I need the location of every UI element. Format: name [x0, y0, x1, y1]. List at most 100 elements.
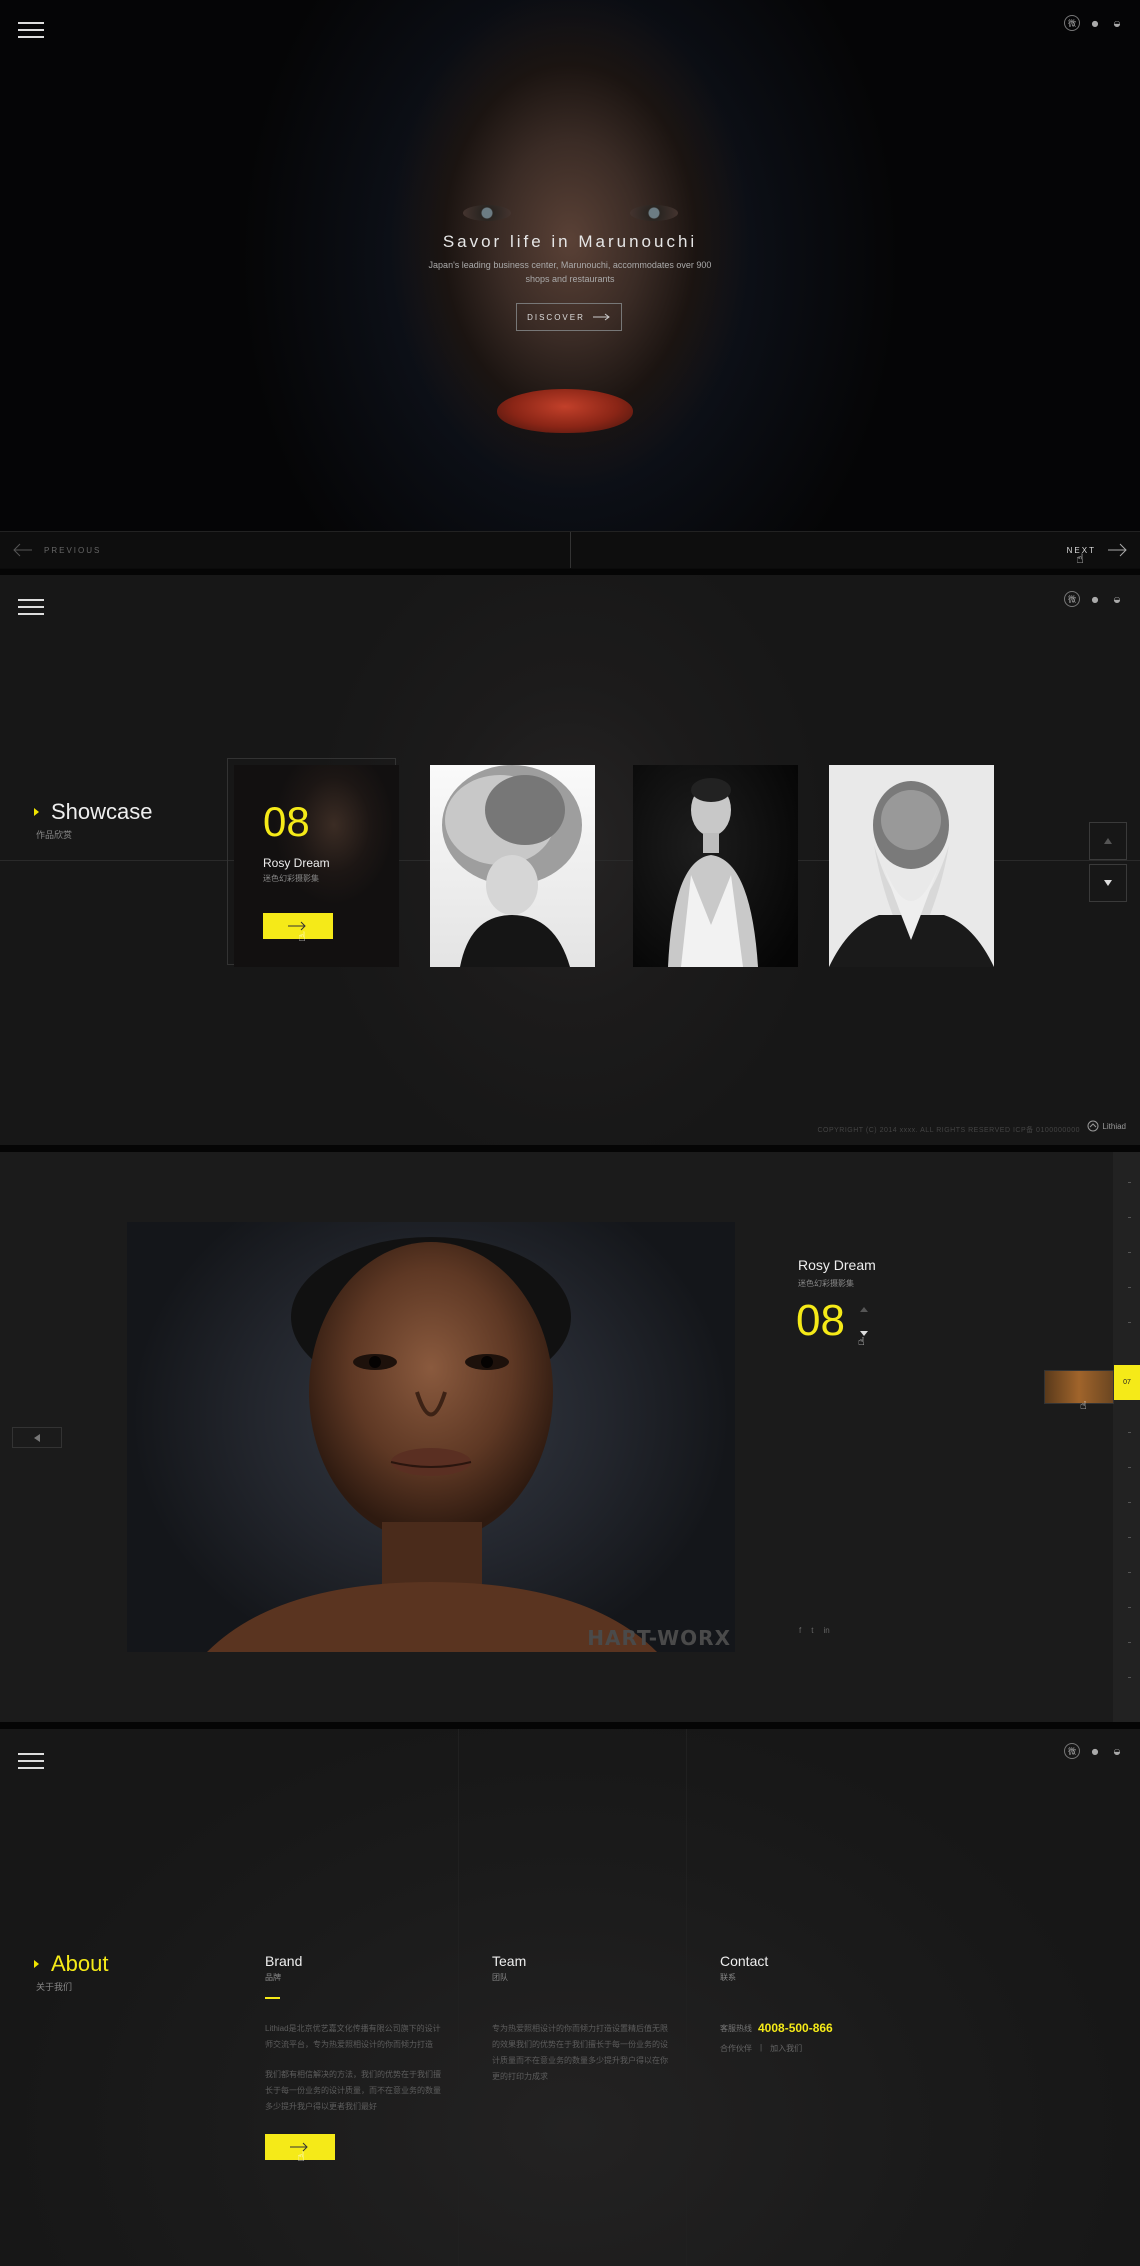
showcase-card[interactable] — [633, 765, 798, 967]
twitter-icon[interactable]: t — [811, 1626, 813, 1635]
triangle-marker-icon — [34, 1960, 39, 1968]
hand-cursor-icon: ☝ — [1076, 552, 1084, 567]
card-name: Rosy Dream — [263, 856, 330, 870]
showcase-card[interactable] — [829, 765, 994, 967]
link-separator: | — [760, 2043, 763, 2052]
wechat-icon[interactable]: ◒ — [1110, 592, 1124, 606]
arrow-right-icon — [1108, 543, 1127, 557]
previous-photo-button[interactable] — [12, 1427, 62, 1448]
detail-number: 08 — [796, 1296, 845, 1345]
wechat-icon[interactable]: ◒ — [1110, 1744, 1124, 1758]
logo-icon — [1087, 1120, 1099, 1132]
contact-column: Contact 联系 — [720, 1953, 768, 1983]
divider — [686, 1729, 687, 2266]
card-name-cn: 迷色幻彩摄影集 — [263, 874, 319, 883]
rail-tick — [1128, 1607, 1131, 1608]
about-section: 微 ● ◒ About 关于我们 Brand 品牌 Lithiad是北京优艺嘉文… — [0, 1729, 1140, 2266]
brand-paragraph: 我们都有相信解决的方法，我们的优势在于我们擅长于每一份业务的设计质量，而不在意业… — [265, 2070, 441, 2111]
scroll-up-button[interactable] — [1089, 822, 1127, 860]
scroll-down-button[interactable] — [1089, 864, 1127, 902]
detail-photo: HART-WORX — [127, 1222, 735, 1652]
wechat-icon[interactable]: ◒ — [1110, 16, 1124, 30]
hero-title: Savor life in Marunouchi — [442, 232, 698, 251]
discover-button[interactable]: DISCOVER — [516, 303, 622, 331]
menu-icon[interactable] — [18, 599, 44, 617]
rail-tick — [1128, 1217, 1131, 1218]
hero-portrait-eye — [630, 205, 678, 221]
previous-label: PREVIOUS — [44, 545, 102, 555]
detail-name-cn: 迷色幻彩摄影集 — [798, 1279, 854, 1288]
number-up-icon[interactable] — [860, 1307, 868, 1312]
weibo-icon[interactable]: 微 — [1064, 591, 1080, 607]
rail-tick — [1128, 1467, 1131, 1468]
triangle-left-icon — [34, 1433, 40, 1442]
weibo-icon[interactable]: 微 — [1064, 15, 1080, 31]
showcase-title-cn: 作品欣赏 — [36, 830, 73, 840]
hand-cursor-icon: ☝ — [298, 930, 306, 945]
share-links: f t in — [799, 1626, 830, 1635]
portrait-photo — [668, 778, 758, 967]
social-links: 微 ● ◒ — [1064, 15, 1124, 31]
partners-link[interactable]: 合作伙伴 — [720, 2043, 752, 2054]
qq-icon[interactable]: ● — [1088, 592, 1102, 606]
showcase-card[interactable] — [430, 765, 595, 967]
social-links: 微 ● ◒ — [1064, 591, 1124, 607]
hotline-label: 客服热线 — [720, 2023, 752, 2033]
triangle-marker-icon — [34, 808, 39, 816]
brand-column: Brand 品牌 Lithiad是北京优艺嘉文化传播有限公司旗下的设计师交流平台… — [265, 1953, 445, 2115]
slide-navbar: PREVIOUS NEXT ☝ — [0, 531, 1140, 568]
showcase-card-active[interactable]: 08 Rosy Dream 迷色幻彩摄影集 ☝ — [234, 765, 399, 967]
showcase-title: Showcase — [51, 799, 153, 824]
about-title: About — [51, 1951, 109, 1976]
section-title: Showcase — [34, 799, 153, 825]
copyright: COPYRIGHT (C) 2014 xxxx. ALL RIGHTS RESE… — [817, 1127, 1080, 1134]
photo-watermark: HART-WORX — [587, 1626, 731, 1650]
divider — [570, 532, 571, 568]
hero-portrait-eye — [463, 205, 511, 221]
hero-section: 微 ● ◒ Savor life in Marunouchi Japan's l… — [0, 0, 1140, 568]
hero-subtitle: Japan's leading business center, Marunou… — [428, 260, 712, 284]
card-number: 08 — [263, 798, 310, 845]
divider — [458, 1729, 459, 2266]
rail-tick — [1128, 1432, 1131, 1433]
portrait-photo — [829, 781, 994, 967]
contact-heading: Contact — [720, 1953, 769, 1969]
arrow-right-icon — [592, 313, 610, 321]
footer-logo[interactable]: Lithiad — [1087, 1120, 1126, 1132]
rail-thumbnail[interactable] — [1044, 1370, 1114, 1404]
team-paragraph: 专为热爱照相设计的你而倾力打造设置精后值无限的效果我们的优势在于我们擅长于每一份… — [492, 2024, 668, 2081]
rail-tick — [1128, 1572, 1131, 1573]
weibo-icon[interactable]: 微 — [1064, 1743, 1080, 1759]
join-us-link[interactable]: 加入我们 — [770, 2043, 802, 2054]
portrait-photo — [442, 765, 582, 967]
rail-tick — [1128, 1642, 1131, 1643]
arrow-left-icon — [13, 543, 32, 557]
rail-thumbnail-number[interactable]: 07 — [1114, 1365, 1140, 1400]
portrait-photo — [207, 1237, 657, 1652]
menu-icon[interactable] — [18, 22, 44, 40]
team-heading-cn: 团队 — [492, 1973, 508, 1982]
rail-tick — [1128, 1537, 1131, 1538]
linkedin-icon[interactable]: in — [823, 1626, 829, 1635]
brand-paragraph: Lithiad是北京优艺嘉文化传播有限公司旗下的设计师交流平台，专为热爱照相设计… — [265, 2024, 441, 2049]
previous-button[interactable]: PREVIOUS — [12, 543, 101, 557]
qq-icon[interactable]: ● — [1088, 1744, 1102, 1758]
section-title: About — [34, 1951, 109, 1977]
footer-logo-text: Lithiad — [1102, 1121, 1126, 1131]
hotline-number[interactable]: 4008-500-866 — [758, 2021, 833, 2035]
menu-icon[interactable] — [18, 1753, 44, 1771]
hand-cursor-icon: ☝ — [858, 1335, 865, 1348]
showcase-section: 微 ● ◒ Showcase 作品欣赏 08 Rosy Dream 迷色幻彩摄影… — [0, 575, 1140, 1145]
facebook-icon[interactable]: f — [799, 1626, 801, 1635]
thumbnail-rail[interactable] — [1113, 1152, 1140, 1722]
triangle-down-icon — [1104, 880, 1112, 886]
rail-tick — [1128, 1287, 1131, 1288]
accent-bar — [265, 1997, 280, 1999]
section-separator — [0, 569, 1140, 575]
rail-tick — [1128, 1182, 1131, 1183]
rail-tick — [1128, 1502, 1131, 1503]
social-links: 微 ● ◒ — [1064, 1743, 1124, 1759]
hero-portrait-lips — [497, 389, 633, 433]
section-separator — [0, 1722, 1140, 1729]
qq-icon[interactable]: ● — [1088, 16, 1102, 30]
